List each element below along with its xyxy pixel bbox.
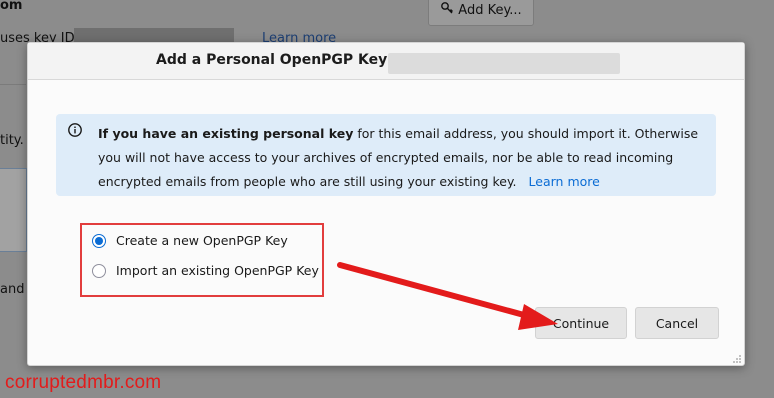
- import-existing-key-option[interactable]: Import an existing OpenPGP Key: [92, 263, 319, 278]
- learn-more-link[interactable]: Learn more: [529, 174, 600, 189]
- info-bold-text: If you have an existing personal key: [98, 126, 354, 141]
- bg-divider: [0, 84, 26, 85]
- bg-text-fragment: tity.: [0, 133, 24, 148]
- bg-add-key-label: Add Key...: [458, 2, 522, 18]
- dialog-header: Add a Personal OpenPGP Key for: [28, 43, 744, 80]
- resize-grip-icon[interactable]: [732, 353, 742, 363]
- bg-add-key-button[interactable]: Add Key...: [428, 0, 534, 26]
- key-option-radio-group: Create a new OpenPGP Key Import an exist…: [80, 223, 324, 297]
- cancel-button[interactable]: Cancel: [635, 307, 719, 339]
- key-icon: [440, 1, 454, 19]
- create-new-key-option[interactable]: Create a new OpenPGP Key: [92, 233, 288, 248]
- bg-selected-panel: [0, 168, 27, 252]
- dialog-title: Add a Personal OpenPGP Key for: [156, 52, 415, 68]
- bg-heading-fragment: om: [0, 0, 23, 13]
- bg-text-fragment-2: and: [0, 282, 25, 297]
- radio-create-new[interactable]: [92, 233, 106, 248]
- redacted-email: [388, 53, 620, 74]
- continue-button[interactable]: Continue: [535, 307, 627, 339]
- watermark: corruptedmbr.com: [5, 372, 162, 393]
- add-openpgp-key-dialog: Add a Personal OpenPGP Key for If you ha…: [27, 42, 745, 366]
- info-notice: If you have an existing personal key for…: [56, 114, 716, 196]
- import-existing-key-label: Import an existing OpenPGP Key: [116, 263, 319, 278]
- create-new-key-label: Create a new OpenPGP Key: [116, 233, 288, 248]
- radio-import-existing[interactable]: [92, 263, 106, 278]
- info-icon: [68, 123, 82, 137]
- info-message: If you have an existing personal key for…: [98, 122, 708, 194]
